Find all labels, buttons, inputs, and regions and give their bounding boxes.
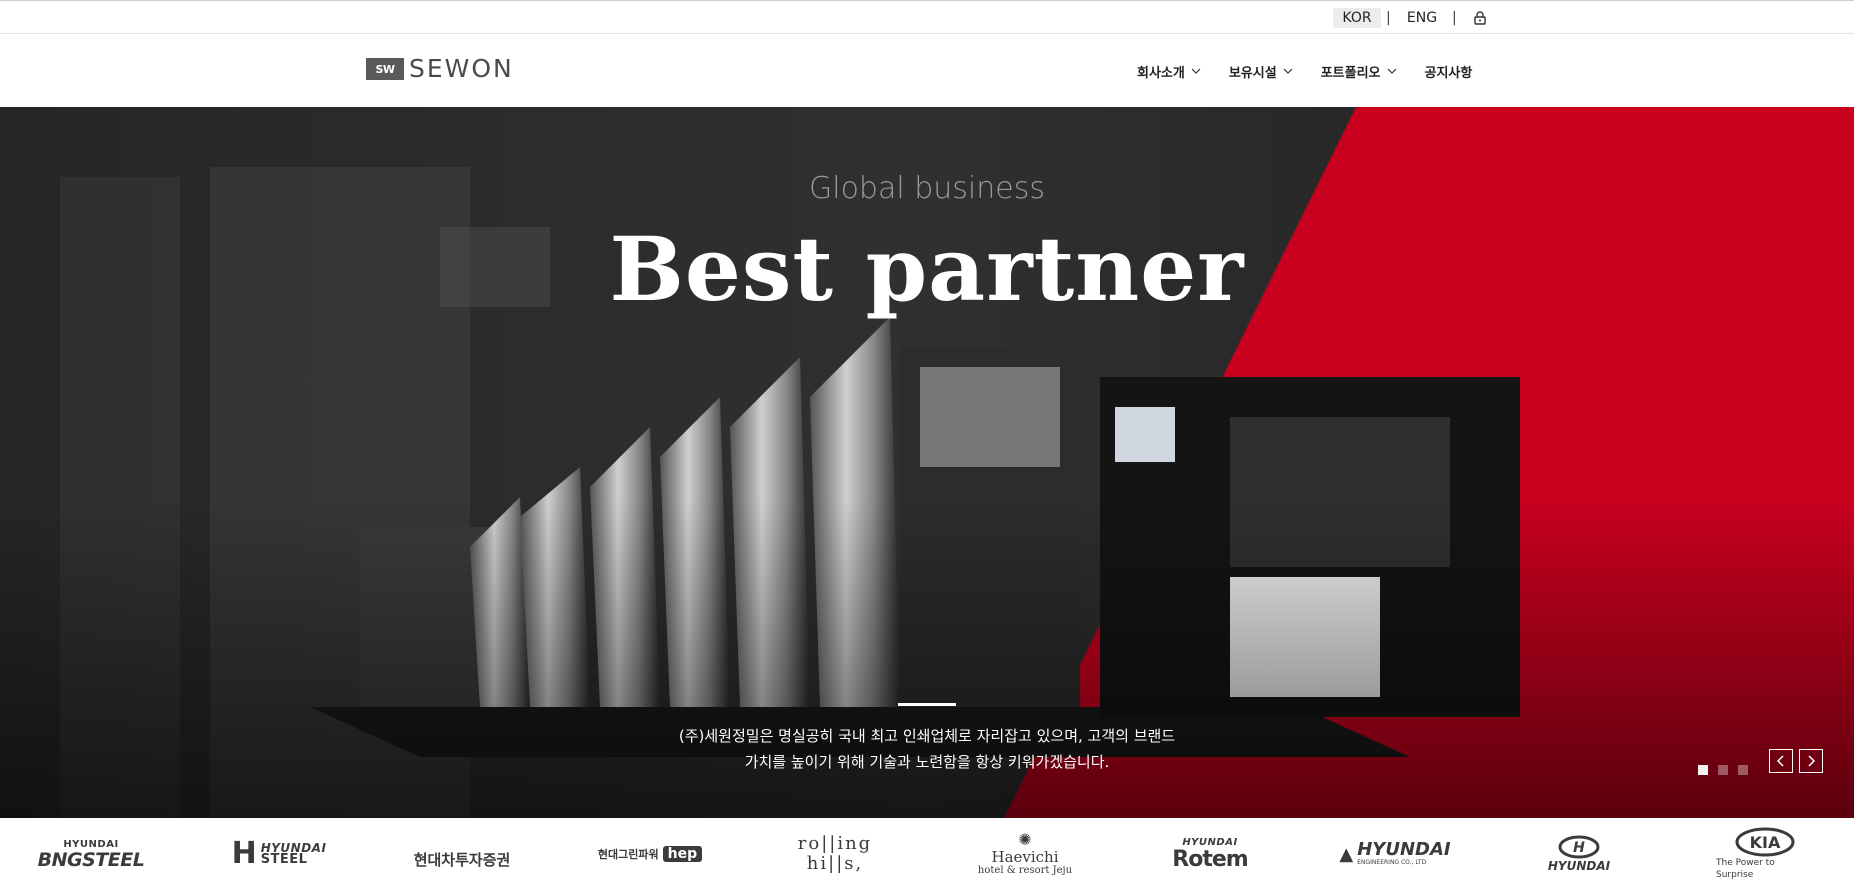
lang-kor-link[interactable]: KOR <box>1333 8 1381 28</box>
hero-description: (주)세원정밀은 명실공히 국내 최고 인쇄업체로 자리잡고 있으며, 고객의 … <box>0 723 1854 775</box>
sewon-logo[interactable]: SW SEWON <box>366 56 514 82</box>
slide-dot-1[interactable] <box>1698 765 1708 775</box>
lock-icon[interactable] <box>1472 10 1488 26</box>
hero-slider: Global business Best partner (주)세원정밀은 명실… <box>0 107 1854 818</box>
partner-logo-hyundai-engineering[interactable]: ▲ HYUNDAI ENGINEERING CO., LTD <box>1330 818 1460 890</box>
partner-main: Rotem <box>1172 846 1248 872</box>
slide-dot-2[interactable] <box>1718 765 1728 775</box>
svg-text:KIA: KIA <box>1750 833 1781 852</box>
partner-main: HYUNDAI <box>1547 859 1611 873</box>
slide-dot-3[interactable] <box>1738 765 1748 775</box>
triangle-icon: ▲ <box>1339 843 1354 865</box>
nav-item-notice[interactable]: 공지사항 <box>1425 61 1473 81</box>
nav-label: 회사소개 <box>1137 65 1185 81</box>
sun-icon: ✺ <box>1018 830 1032 849</box>
hero-description-line1: (주)세원정밀은 명실공히 국내 최고 인쇄업체로 자리잡고 있으며, 고객의 … <box>678 727 1176 745</box>
partner-top: ro||ing <box>797 833 873 854</box>
chevron-down-icon <box>1283 68 1293 74</box>
nav-label: 포트폴리오 <box>1320 65 1381 81</box>
next-slide-button[interactable] <box>1799 749 1823 773</box>
partner-top: Haevichi <box>991 848 1059 866</box>
partner-logo-haevichi[interactable]: ✺ Haevichi hotel & resort Jeju <box>975 818 1075 890</box>
kia-emblem-icon: KIA <box>1735 827 1795 857</box>
partner-logos: HYUNDAI BNGSTEEL H HYUNDAI STEEL 현대차투자증권… <box>0 818 1854 890</box>
hero-subtitle: Global business <box>809 171 1045 206</box>
partner-logo-hyundai-motor-securities[interactable]: 현대차투자증권 <box>400 818 524 890</box>
slide-pagination <box>1698 765 1758 775</box>
partner-logo-hyundai-green-power[interactable]: 현대그린파워 hep <box>590 818 710 890</box>
partner-top: HYUNDAI <box>1182 836 1238 848</box>
partner-logo-hyundai[interactable]: H HYUNDAI <box>1536 818 1622 890</box>
partner-main: STEEL <box>260 852 308 867</box>
nav-item-portfolio[interactable]: 포트폴리오 <box>1321 61 1398 81</box>
hero-background-image <box>0 107 1854 818</box>
hero-divider <box>898 703 956 706</box>
partner-main: BNGSTEEL <box>37 848 145 871</box>
nav-item-facilities[interactable]: 보유시설 <box>1229 61 1294 81</box>
partner-main: hi||s, <box>806 853 864 874</box>
logo-mark: SW <box>366 58 404 80</box>
nav-label: 공지사항 <box>1424 65 1473 81</box>
lang-eng-link[interactable]: ENG <box>1405 8 1439 28</box>
partner-top: HYUNDAI <box>63 838 119 850</box>
partner-logo-kia[interactable]: KIA The Power to Surprise <box>1716 818 1814 890</box>
partner-main: The Power to Surprise <box>1716 858 1775 880</box>
chevron-right-icon <box>1808 755 1816 767</box>
partner-main: hep <box>662 846 703 862</box>
prev-slide-button[interactable] <box>1769 749 1793 773</box>
h-mark-icon: H <box>231 836 257 871</box>
lang-separator: | <box>1386 10 1391 26</box>
partner-main: ENGINEERING CO., LTD <box>1357 859 1427 866</box>
nav-item-company[interactable]: 회사소개 <box>1137 61 1202 81</box>
hyundai-emblem-icon: H <box>1558 835 1600 859</box>
partner-logo-hyundai-rotem[interactable]: HYUNDAI Rotem <box>1160 818 1260 890</box>
nav-label: 보유시설 <box>1228 65 1277 81</box>
top-utility-bar: KOR | ENG | <box>0 0 1854 34</box>
partner-main: hotel & resort Jeju <box>977 865 1073 876</box>
chevron-down-icon <box>1191 68 1201 74</box>
main-nav: 회사소개 보유시설 포트폴리오 공지사항 <box>1137 61 1472 81</box>
partner-main: 현대차투자증권 <box>413 850 511 869</box>
chevron-down-icon <box>1387 68 1396 74</box>
logo-text: SEWON <box>409 54 514 83</box>
lang-separator: | <box>1452 10 1457 26</box>
partner-top: 현대그린파워 <box>597 848 659 861</box>
site-header: SW SEWON 회사소개 보유시설 포트폴리오 공지사항 <box>0 34 1854 107</box>
partner-top: HYUNDAI <box>1357 839 1451 860</box>
hero-title: Best partner <box>609 217 1245 321</box>
partner-logo-hyundai-bngsteel[interactable]: HYUNDAI BNGSTEEL <box>36 818 146 890</box>
chevron-left-icon <box>1776 755 1784 767</box>
svg-text:H: H <box>1573 840 1585 856</box>
partner-logo-hyundai-steel[interactable]: H HYUNDAI STEEL <box>226 818 332 890</box>
hero-description-line2: 가치를 높이기 위해 기술과 노련함을 항상 키워가겠습니다. <box>744 753 1110 771</box>
partner-logo-rolling-hills[interactable]: ro||ing hi||s, <box>790 818 880 890</box>
